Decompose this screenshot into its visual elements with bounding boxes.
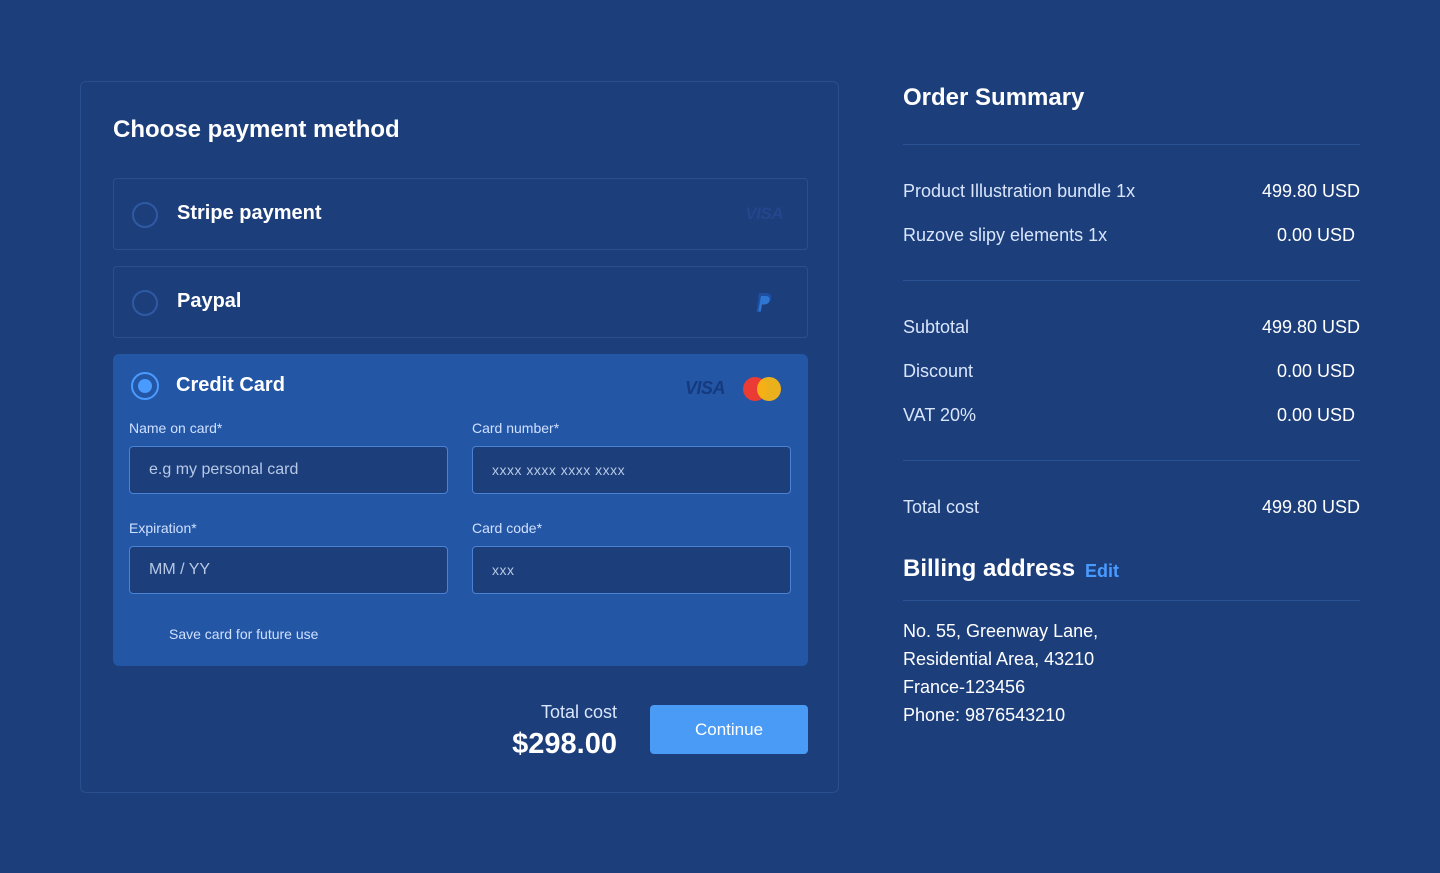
divider — [903, 600, 1360, 601]
stripe-radio[interactable] — [132, 202, 158, 228]
expiration-input[interactable] — [129, 546, 448, 594]
payment-panel: Choose payment method Stripe payment VIS… — [80, 81, 839, 793]
billing-address-title: Billing address — [903, 555, 1076, 582]
discount-value: 0.00 USD — [1276, 361, 1355, 381]
save-card-checkbox-label[interactable]: Save card for future use — [169, 626, 318, 642]
credit-card-label: Credit Card — [176, 374, 285, 396]
summary-total-label: Total cost — [903, 497, 980, 517]
address-line: Residential Area, 43210 — [903, 649, 1095, 669]
divider — [903, 144, 1360, 145]
divider — [903, 280, 1360, 281]
item-label: Product Illustration bundle 1x — [903, 181, 1136, 201]
stripe-label: Stripe payment — [177, 202, 322, 224]
paypal-label: Paypal — [177, 290, 242, 312]
item-value: 0.00 USD — [1276, 225, 1355, 245]
payment-option-stripe[interactable]: Stripe payment VISA — [113, 178, 808, 250]
card-number-label: Card number* — [472, 420, 560, 436]
discount-label: Discount — [903, 361, 974, 381]
card-number-input[interactable] — [472, 446, 791, 494]
visa-logo-icon: VISA — [685, 378, 726, 398]
expiration-label: Expiration* — [129, 520, 197, 536]
address-line: Phone: 9876543210 — [903, 705, 1066, 725]
payment-title: Choose payment method — [113, 116, 400, 143]
mastercard-yellow-circle — [757, 377, 781, 401]
continue-button[interactable]: Continue — [650, 705, 808, 754]
subtotal-label: Subtotal — [903, 317, 970, 337]
card-code-label: Card code* — [472, 520, 543, 536]
name-on-card-label: Name on card* — [129, 420, 223, 436]
mastercard-logo-icon — [743, 377, 783, 401]
subtotal-value: 499.80 USD — [1261, 317, 1360, 337]
address-line: France-123456 — [903, 677, 1026, 697]
payment-total-label: Total cost — [540, 702, 617, 722]
name-on-card-input[interactable] — [129, 446, 448, 494]
vat-label: VAT 20% — [903, 405, 977, 425]
order-summary-title: Order Summary — [903, 84, 1085, 111]
item-value: 499.80 USD — [1261, 181, 1360, 201]
order-summary: Order Summary Product Illustration bundl… — [903, 0, 1360, 873]
paypal-icon — [756, 293, 772, 312]
radio-selected-dot — [138, 379, 152, 393]
payment-total-value: $298.00 — [512, 728, 617, 760]
visa-logo-icon: VISA — [745, 204, 783, 223]
edit-billing-link[interactable]: Edit — [1085, 561, 1119, 582]
summary-total-value: 499.80 USD — [1261, 497, 1360, 517]
address-line: No. 55, Greenway Lane, — [903, 621, 1099, 641]
item-label: Ruzove slipy elements 1x — [903, 225, 1108, 245]
card-code-input[interactable] — [472, 546, 791, 594]
paypal-radio[interactable] — [132, 290, 158, 316]
payment-option-credit-card[interactable]: Credit Card VISA Name on card* Card numb… — [113, 354, 808, 666]
credit-card-radio[interactable] — [131, 372, 159, 400]
divider — [903, 460, 1360, 461]
vat-value: 0.00 USD — [1276, 405, 1355, 425]
payment-option-paypal[interactable]: Paypal — [113, 266, 808, 338]
